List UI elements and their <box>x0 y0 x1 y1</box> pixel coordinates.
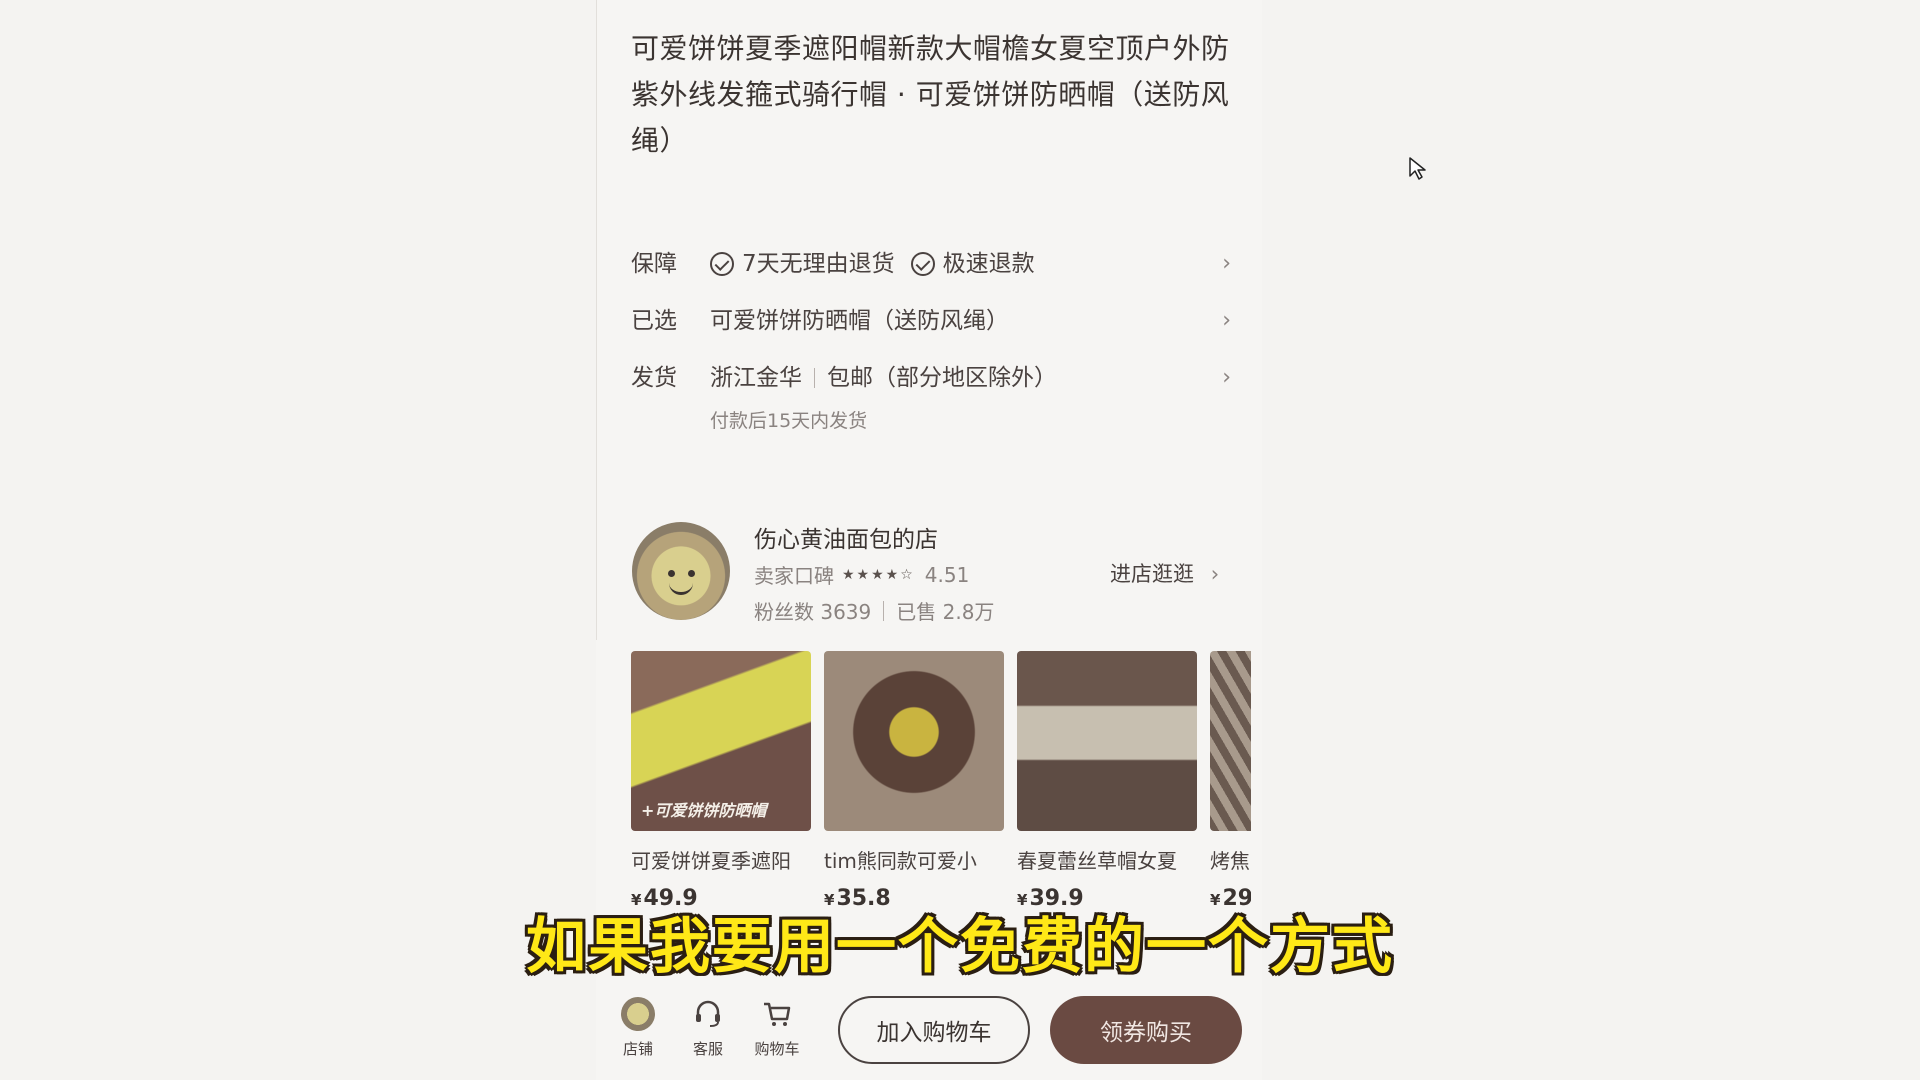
guarantee-item-return: 7天无理由退货 <box>742 251 895 277</box>
product-image <box>1017 651 1197 831</box>
avatar-mouth <box>669 580 693 595</box>
check-circle-icon <box>910 252 935 276</box>
cart-tab-label: 购物车 <box>754 1040 800 1058</box>
shipping-policy: 包邮（部分地区除外） <box>827 365 1057 391</box>
cart-tab[interactable]: 购物车 <box>747 996 807 1059</box>
service-tab[interactable]: 客服 <box>678 996 738 1059</box>
avatar-eye <box>668 570 675 577</box>
shop-rating: 卖家口碑 ★★★★☆ 4.51 <box>754 560 969 589</box>
divider <box>883 600 885 621</box>
shop-tab-label: 店铺 <box>622 1040 653 1058</box>
shop-avatar[interactable] <box>632 522 730 620</box>
chevron-right-icon: › <box>1222 251 1231 276</box>
selected-label: 已选 <box>631 308 677 334</box>
shop-avatar-icon <box>608 996 668 1032</box>
product-image <box>824 651 1004 831</box>
buy-now-button[interactable]: 领券购买 <box>1050 996 1242 1064</box>
add-to-cart-button[interactable]: 加入购物车 <box>838 996 1030 1064</box>
bottom-action-bar: 店铺 客服 购物车 加入购物车 领券购买 <box>596 990 1262 1080</box>
enter-shop-label: 进店逛逛 <box>1110 562 1194 586</box>
product-name: 烤焦 <box>1210 849 1250 873</box>
shipping-label: 发货 <box>631 365 677 391</box>
rating-value: 4.51 <box>924 562 970 587</box>
check-circle-icon <box>710 252 734 276</box>
shop-name[interactable]: 伤心黄油面包的店 <box>754 520 938 554</box>
guarantee-row[interactable]: 保障 7天无理由退货 极速退款 › <box>631 244 1231 284</box>
product-name: tim熊同款可爱小 <box>824 849 977 873</box>
shipping-note: 付款后15天内发货 <box>710 410 868 432</box>
mouse-cursor-icon <box>1408 156 1428 186</box>
product-image: +可爱饼饼防晒帽 <box>631 651 811 831</box>
selected-value: 可爱饼饼防晒帽（送防风绳） <box>710 308 1009 334</box>
cart-icon <box>747 996 807 1032</box>
image-caption: +可爱饼饼防晒帽 <box>641 801 767 820</box>
enter-shop-link[interactable]: 进店逛逛 › <box>1110 558 1219 588</box>
divider <box>814 368 815 388</box>
shop-tab[interactable]: 店铺 <box>608 996 668 1059</box>
chevron-right-icon: › <box>1222 365 1231 390</box>
shop-stats: 粉丝数 3639 已售 2.8万 <box>754 596 994 625</box>
chevron-right-icon: › <box>1210 562 1220 586</box>
video-subtitle: 如果我要用一个免费的一个方式 <box>526 912 1394 982</box>
service-tab-label: 客服 <box>692 1040 723 1058</box>
avatar-eye <box>688 570 695 577</box>
headset-icon <box>678 996 738 1032</box>
shipping-origin: 浙江金华 <box>710 365 802 391</box>
panel-divider <box>596 0 597 640</box>
shipping-row[interactable]: 发货 浙江金华 包邮（部分地区除外） › <box>631 358 1231 398</box>
rating-label: 卖家口碑 <box>754 564 834 588</box>
selected-row[interactable]: 已选 可爱饼饼防晒帽（送防风绳） › <box>631 301 1231 341</box>
product-name: 春夏蕾丝草帽女夏 <box>1017 849 1177 873</box>
product-card[interactable]: 烤焦 ¥29 <box>1210 651 1251 911</box>
product-card[interactable]: +可爱饼饼防晒帽 可爱饼饼夏季遮阳 ¥49.9 <box>631 651 811 911</box>
shop-products: +可爱饼饼防晒帽 可爱饼饼夏季遮阳 ¥49.9 tim熊同款可爱小 ¥35.8 … <box>631 651 1251 911</box>
product-card[interactable]: 春夏蕾丝草帽女夏 ¥39.9 <box>1017 651 1197 911</box>
guarantee-label: 保障 <box>631 251 677 277</box>
guarantee-item-refund: 极速退款 <box>942 251 1035 277</box>
product-image <box>1210 651 1251 831</box>
star-rating-icon: ★★★★☆ <box>842 566 915 583</box>
sold-count: 已售 2.8万 <box>896 600 995 624</box>
product-title: 可爱饼饼夏季遮阳帽新款大帽檐女夏空顶户外防紫外线发箍式骑行帽 · 可爱饼饼防晒帽… <box>631 32 1230 157</box>
chevron-right-icon: › <box>1222 308 1231 333</box>
fans-count: 粉丝数 3639 <box>754 600 872 624</box>
product-name: 可爱饼饼夏季遮阳 <box>631 849 791 873</box>
product-card[interactable]: tim熊同款可爱小 ¥35.8 <box>824 651 1004 911</box>
